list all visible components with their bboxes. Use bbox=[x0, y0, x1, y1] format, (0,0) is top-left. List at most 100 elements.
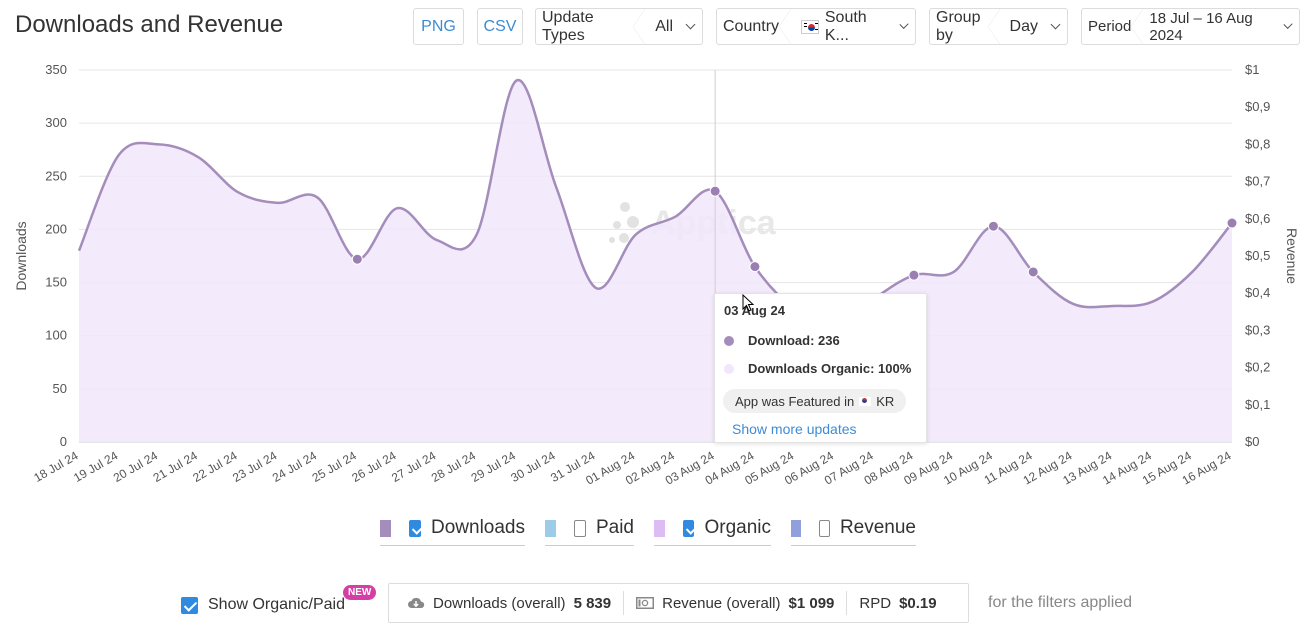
chevron-down-icon bbox=[685, 19, 696, 30]
y-right-tick-label: $0,9 bbox=[1245, 99, 1270, 114]
organic-checkbox[interactable] bbox=[682, 519, 695, 537]
downloads-overall-value: 5 839 bbox=[573, 594, 612, 612]
update-types-dropdown[interactable]: Update Types All bbox=[535, 8, 703, 45]
legend-item-downloads[interactable]: Downloads bbox=[380, 513, 525, 546]
tooltip-organic: Downloads Organic: 100% bbox=[748, 361, 912, 376]
data-point bbox=[709, 185, 721, 197]
period-dropdown[interactable]: Period 18 Jul – 16 Aug 2024 bbox=[1081, 8, 1300, 45]
x-tick-label: 27 Jul 24 bbox=[389, 448, 438, 485]
legend-label: Paid bbox=[595, 517, 634, 538]
organic-dot-icon bbox=[724, 363, 734, 374]
new-badge: NEW bbox=[343, 585, 377, 600]
legend-item-paid[interactable]: Paid bbox=[545, 513, 634, 546]
y-tick-label: 350 bbox=[45, 62, 67, 77]
group-by-label: Group by bbox=[930, 9, 1000, 44]
y-right-tick-label: $0,5 bbox=[1245, 248, 1270, 263]
y-right-tick-label: $0,6 bbox=[1245, 211, 1270, 226]
overall-stats: Downloads (overall) 5 839 Revenue (overa… bbox=[388, 583, 969, 623]
downloads-chart[interactable]: Apptica 050100150200250300350 $0$0,1$0,2… bbox=[0, 55, 1312, 505]
data-point bbox=[1226, 217, 1238, 229]
group-by-value: Day bbox=[1009, 17, 1038, 35]
legend-label: Revenue bbox=[839, 517, 916, 538]
period-value: 18 Jul – 16 Aug 2024 bbox=[1149, 9, 1253, 44]
y-right-tick-label: $0,2 bbox=[1245, 360, 1270, 375]
legend-label: Organic bbox=[704, 517, 771, 538]
korea-flag-icon bbox=[801, 19, 819, 34]
y-axis-left: 0 50 100 150 200 250 300 350 bbox=[45, 62, 67, 449]
y-axis-right-label: Revenue bbox=[1284, 228, 1300, 284]
chart-tooltip: 03 Aug 24 Download: 236 Downloads Organi… bbox=[714, 293, 927, 443]
paid-checkbox[interactable] bbox=[574, 519, 586, 537]
y-right-tick-label: $0,4 bbox=[1245, 285, 1270, 300]
x-tick-label: 20 Jul 24 bbox=[111, 448, 160, 485]
banknote-icon bbox=[636, 597, 655, 609]
show-organic-paid-toggle[interactable]: Show Organic/Paid bbox=[181, 596, 345, 614]
x-tick-label: 28 Jul 24 bbox=[429, 448, 478, 485]
y-right-tick-label: $0,3 bbox=[1245, 322, 1270, 337]
x-tick-label: 30 Jul 24 bbox=[508, 448, 557, 485]
mouse-pointer-icon bbox=[742, 294, 755, 312]
country-value: South K... bbox=[824, 8, 867, 44]
revenue-overall-label: Revenue (overall) bbox=[662, 594, 781, 612]
rpd-value: $0.19 bbox=[899, 594, 937, 612]
download-dot-icon bbox=[724, 335, 734, 346]
update-types-value: All bbox=[655, 17, 673, 35]
period-label: Period bbox=[1082, 9, 1144, 44]
show-organic-paid-label: Show Organic/Paid bbox=[208, 596, 345, 613]
y-axis-right: $0 $0,1 $0,2 $0,3 $0,4 $0,5 $0,6 $0,7 $0,8 $0,9 $1 bbox=[1245, 62, 1270, 449]
y-tick-label: 100 bbox=[45, 328, 67, 343]
legend-label: Downloads bbox=[431, 517, 525, 538]
x-tick-label: 18 Jul 24 bbox=[31, 448, 80, 485]
x-tick-label: 29 Jul 24 bbox=[469, 448, 518, 485]
y-tick-label: 300 bbox=[45, 115, 67, 130]
featured-text: App was Featured in bbox=[735, 393, 855, 409]
data-point bbox=[351, 253, 363, 265]
legend-swatch bbox=[545, 519, 557, 537]
revenue-overall: Revenue (overall) $1 099 bbox=[623, 591, 846, 615]
data-point bbox=[1027, 266, 1039, 278]
data-point bbox=[987, 220, 999, 232]
y-axis-label: Downloads bbox=[13, 221, 29, 290]
legend-item-revenue[interactable]: Revenue bbox=[791, 513, 916, 546]
data-point bbox=[749, 261, 761, 273]
x-tick-label: 22 Jul 24 bbox=[190, 448, 239, 485]
featured-country: KR bbox=[876, 393, 895, 409]
x-tick-label: 26 Jul 24 bbox=[349, 448, 398, 485]
filters-note: for the filters applied bbox=[988, 594, 1133, 611]
show-organic-paid-checkbox[interactable] bbox=[181, 596, 198, 614]
data-point bbox=[908, 269, 920, 281]
country-dropdown[interactable]: Country South K... bbox=[716, 8, 916, 45]
chevron-down-icon bbox=[1283, 19, 1293, 30]
rpd-label: RPD bbox=[859, 594, 892, 612]
show-more-updates-link[interactable]: Show more updates bbox=[732, 421, 857, 437]
country-label: Country bbox=[717, 9, 792, 44]
y-right-tick-label: $0,1 bbox=[1245, 397, 1270, 412]
y-right-tick-label: $0,7 bbox=[1245, 174, 1270, 189]
cloud-download-icon bbox=[408, 597, 425, 608]
group-by-dropdown[interactable]: Group by Day bbox=[929, 8, 1068, 45]
downloads-area bbox=[79, 80, 1232, 442]
y-tick-label: 250 bbox=[45, 168, 67, 183]
legend-item-organic[interactable]: Organic bbox=[654, 513, 771, 546]
x-tick-label: 24 Jul 24 bbox=[270, 448, 319, 485]
csv-export-button[interactable]: CSV bbox=[477, 8, 523, 45]
chevron-down-icon bbox=[1050, 19, 1061, 30]
y-tick-label: 0 bbox=[60, 434, 67, 449]
rpd-stat: RPD $0.19 bbox=[846, 591, 948, 615]
y-tick-label: 150 bbox=[45, 275, 67, 290]
downloads-overall: Downloads (overall) 5 839 bbox=[389, 591, 623, 615]
chart-legend: Downloads Paid Organic Revenue bbox=[0, 513, 1312, 547]
legend-swatch bbox=[654, 519, 665, 537]
legend-swatch bbox=[791, 519, 802, 537]
featured-badge: App was Featured in KR bbox=[723, 389, 907, 413]
korea-flag-icon bbox=[859, 396, 872, 406]
downloads-checkbox[interactable] bbox=[409, 519, 421, 537]
x-tick-label: 25 Jul 24 bbox=[310, 448, 359, 485]
revenue-checkbox[interactable] bbox=[819, 519, 830, 537]
downloads-overall-label: Downloads (overall) bbox=[433, 594, 566, 612]
png-export-button[interactable]: PNG bbox=[413, 8, 464, 45]
y-right-tick-label: $0 bbox=[1245, 434, 1259, 449]
update-types-label: Update Types bbox=[536, 9, 646, 44]
y-tick-label: 200 bbox=[45, 221, 67, 236]
tooltip-download: Download: 236 bbox=[748, 333, 840, 348]
